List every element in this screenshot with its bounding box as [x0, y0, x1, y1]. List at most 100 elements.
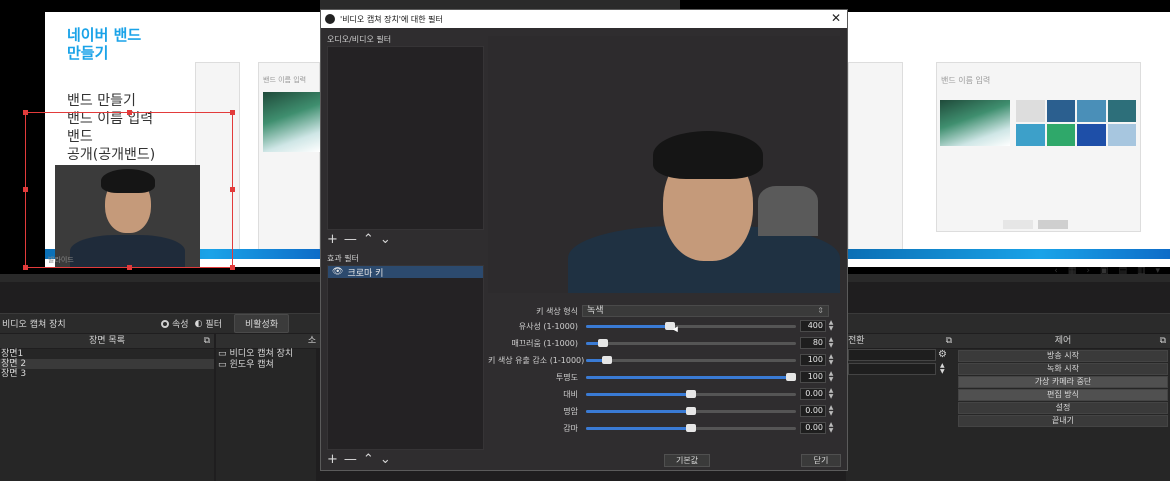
stepper-icon[interactable]: ▲ ▼ [827, 405, 835, 417]
dialog-title: '비디오 캡쳐 장치'에 대한 필터 [340, 14, 443, 24]
remove-icon[interactable]: — [344, 233, 357, 246]
scene-item[interactable]: 장면 2 [0, 359, 214, 369]
source-list[interactable]: ▭ 비디오 캡쳐 장치 ▭ 윈도우 캡쳐 [216, 349, 316, 481]
filter-preview [488, 36, 840, 293]
undock-icon[interactable]: ⧉ [204, 334, 210, 348]
start-recording-button[interactable]: 녹화 시작 [958, 363, 1168, 375]
stepper-icon[interactable]: ▲ ▼ [940, 363, 945, 375]
scene-list[interactable]: 장면1 장면 2 장면 3 [0, 349, 214, 481]
duration-field[interactable] [848, 363, 936, 375]
chroma-key-properties: 키 색상 형식 녹색 ⇕ 유사성 (1-1000) 400 ▲ ▼ 매끄러움 (1-10… [488, 298, 840, 436]
stepper-icon[interactable]: ▲ ▼ [827, 354, 835, 366]
move-up-icon[interactable]: ⌃ [363, 233, 374, 246]
param-row: 명암 0.00 ▲ ▼ [488, 404, 840, 418]
key-color-type-select[interactable]: 녹색 ⇕ [582, 305, 829, 317]
stepper-icon[interactable]: ▲ ▼ [827, 371, 835, 383]
slider-fill [586, 376, 796, 379]
stepper-icon[interactable]: ▲ ▼ [827, 388, 835, 400]
slider-thumb[interactable] [786, 373, 796, 381]
controls-header-label: 제어 [1054, 336, 1072, 346]
remove-icon[interactable]: — [344, 453, 357, 466]
obs-logo-icon [325, 14, 335, 24]
param-value-field[interactable]: 0.00 [800, 422, 826, 434]
param-label: 키 색상 유출 감소 (1-1000) [488, 355, 585, 365]
slider-thumb[interactable] [597, 339, 608, 347]
source-item-label: 윈도우 캡쳐 [229, 360, 274, 370]
av-filter-list[interactable] [327, 46, 484, 230]
eye-icon[interactable]: 👁 [332, 267, 343, 277]
move-up-icon[interactable]: ⌃ [363, 453, 374, 466]
transition-header: 전환 ⧉ [846, 334, 956, 348]
key-color-type-value: 녹색 [587, 306, 604, 316]
source-item[interactable]: ▭ 비디오 캡쳐 장치 [218, 349, 316, 360]
param-slider[interactable] [586, 354, 796, 366]
dialog-titlebar: '비디오 캡쳐 장치'에 대한 필터 ✕ [321, 10, 847, 28]
slider-thumb[interactable] [686, 390, 696, 398]
param-label: 투명도 [555, 372, 578, 382]
deactivate-button[interactable]: 비활성화 [233, 314, 290, 333]
scene-item[interactable]: 장면1 [0, 349, 214, 359]
transition-select[interactable] [848, 349, 936, 361]
param-value-field[interactable]: 100 [800, 371, 826, 383]
effect-filters-label: 효과 필터 [327, 254, 359, 263]
properties-label: 속성 [172, 320, 189, 330]
mock-title-right: 밴드 이름 입력 [941, 76, 991, 85]
more-icon: ▾ [1155, 266, 1160, 276]
param-row: 대비 0.00 ▲ ▼ [488, 387, 840, 401]
move-down-icon[interactable]: ⌄ [380, 233, 391, 246]
undock-icon[interactable]: ⧉ [1160, 334, 1166, 348]
selection-box[interactable] [23, 110, 235, 270]
param-slider[interactable] [586, 405, 796, 417]
stepper-icon[interactable]: ▲ ▼ [827, 320, 835, 332]
slider-thumb[interactable] [686, 424, 696, 432]
exit-button[interactable]: 끝내기 [958, 415, 1168, 427]
param-slider[interactable] [586, 388, 796, 400]
slider-fill [586, 410, 691, 413]
stepper-icon[interactable]: ▲ ▼ [827, 422, 835, 434]
param-value-field[interactable]: 0.00 [800, 388, 826, 400]
controls-panel: 방송 시작 녹화 시작 가상 카메라 중단 편집 방식 설정 끝내기 [956, 349, 1170, 481]
studio-mode-button[interactable]: 편집 방식 [958, 389, 1168, 401]
preview-canvas-left[interactable]: 네이버 밴드 만들기 밴드 만들기 밴드 이름 입력 밴드 공개(공개밴드) 밴… [0, 0, 320, 274]
move-down-icon[interactable]: ⌄ [380, 453, 391, 466]
close-icon[interactable]: ✕ [831, 11, 841, 25]
key-color-type-row: 키 색상 형식 녹색 ⇕ [488, 304, 840, 318]
window-icon: ▭ [218, 360, 227, 370]
param-label: 감마 [563, 423, 578, 433]
effect-filter-list[interactable]: 👁 크로마 키 [327, 265, 484, 450]
param-label: 명암 [563, 406, 578, 416]
filter-icon: ◐ [194, 318, 203, 329]
source-item[interactable]: ▭ 윈도우 캡쳐 [218, 360, 316, 371]
add-icon[interactable]: + [327, 453, 338, 466]
param-slider[interactable] [586, 320, 796, 332]
param-slider[interactable] [586, 422, 796, 434]
param-value-field[interactable]: 80 [800, 337, 826, 349]
add-icon[interactable]: + [327, 233, 338, 246]
param-slider[interactable] [586, 337, 796, 349]
start-streaming-button[interactable]: 방송 시작 [958, 350, 1168, 362]
close-button[interactable]: 닫기 [801, 454, 841, 467]
scene-item[interactable]: 장면 3 [0, 369, 214, 379]
sources-header: 소스 [216, 334, 320, 360]
gear-icon[interactable]: ⚙ [938, 349, 947, 360]
properties-button[interactable]: 속성 [161, 317, 189, 330]
presentation-slide-right: 밴드 이름 입력 ‹ ▦ › ▣ ▤ ▥ ▾ [848, 12, 1170, 276]
av-filters-label: 오디오/비디오 필터 [327, 35, 392, 44]
slider-thumb[interactable] [602, 356, 612, 364]
param-value-field[interactable]: 400 [800, 320, 826, 332]
undock-icon[interactable]: ⧉ [946, 334, 952, 348]
gear-icon [161, 319, 169, 328]
effect-filter-item[interactable]: 👁 크로마 키 [328, 266, 483, 279]
slider-thumb[interactable] [686, 407, 696, 415]
image-grid [1016, 100, 1136, 146]
filters-button[interactable]: ◐ 필터 [194, 317, 222, 331]
defaults-button[interactable]: 기본값 [664, 454, 710, 467]
param-value-field[interactable]: 0.00 [800, 405, 826, 417]
param-value-field[interactable]: 100 [800, 354, 826, 366]
settings-button[interactable]: 설정 [958, 402, 1168, 414]
param-row: 감마 0.00 ▲ ▼ [488, 421, 840, 435]
stop-virtual-camera-button[interactable]: 가상 카메라 중단 [958, 376, 1168, 388]
param-row: 매끄러움 (1-1000) 80 ▲ ▼ [488, 336, 840, 350]
stepper-icon[interactable]: ▲ ▼ [827, 337, 835, 349]
param-slider[interactable] [586, 371, 796, 383]
